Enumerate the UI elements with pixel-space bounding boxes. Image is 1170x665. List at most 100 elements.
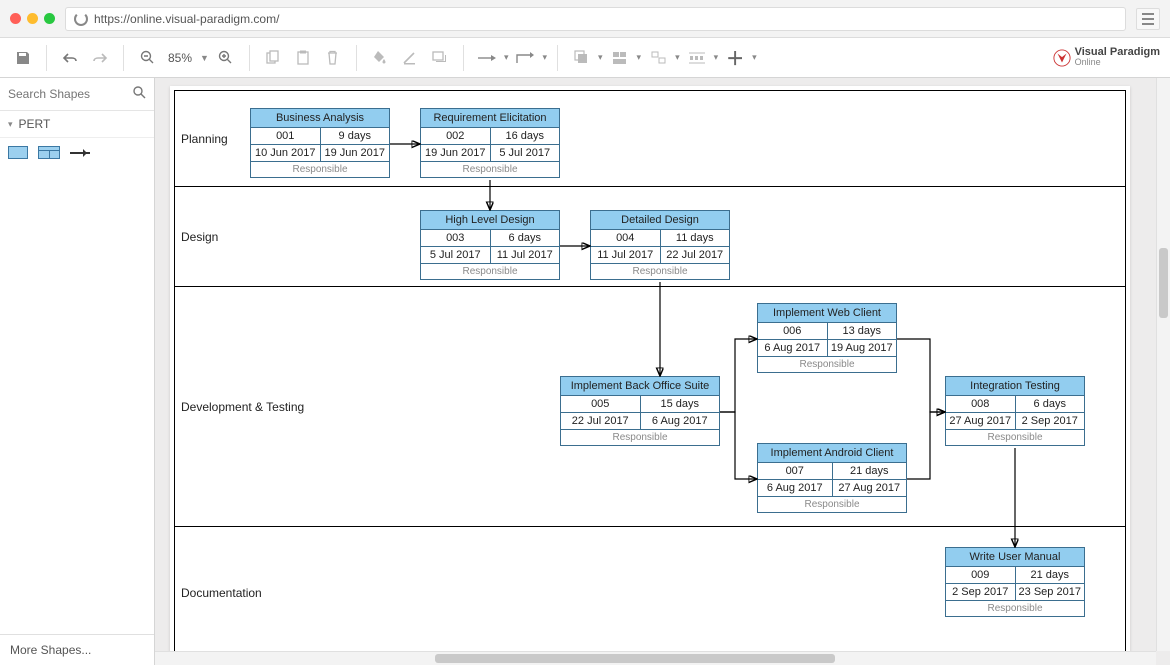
task-duration: 9 days — [320, 128, 390, 144]
task-id: 001 — [251, 128, 320, 144]
group-dropdown-icon[interactable]: ▾ — [675, 52, 680, 63]
task-title: Write User Manual — [946, 548, 1084, 567]
redo-button[interactable] — [87, 45, 113, 71]
task-title: Business Analysis — [251, 109, 389, 128]
align-button[interactable] — [607, 45, 633, 71]
save-button[interactable] — [10, 45, 36, 71]
browser-menu-icon[interactable] — [1136, 8, 1160, 30]
close-window-icon[interactable] — [10, 13, 21, 24]
scrollbar-thumb[interactable] — [435, 654, 835, 663]
task-responsible: Responsible — [421, 264, 559, 279]
task-end: 6 Aug 2017 — [640, 413, 720, 429]
task-id: 009 — [946, 567, 1015, 583]
task-start: 2 Sep 2017 — [946, 584, 1015, 600]
line-color-button[interactable] — [397, 45, 423, 71]
palette-body — [0, 138, 154, 167]
task-responsible: Responsible — [946, 601, 1084, 616]
add-dropdown-icon[interactable]: ▾ — [752, 52, 757, 63]
pert-task[interactable]: Write User Manual00921 days2 Sep 201723 … — [945, 547, 1085, 617]
task-responsible: Responsible — [758, 357, 896, 372]
task-end: 19 Jun 2017 — [320, 145, 390, 161]
task-duration: 11 days — [660, 230, 730, 246]
maximize-window-icon[interactable] — [44, 13, 55, 24]
scrollbar-thumb[interactable] — [1159, 248, 1168, 318]
diagram-canvas[interactable]: PlanningDesignDevelopment & TestingDocum… — [170, 86, 1130, 665]
task-responsible: Responsible — [758, 497, 906, 512]
task-start: 19 Jun 2017 — [421, 145, 490, 161]
task-duration: 6 days — [490, 230, 560, 246]
shape-task-table-icon[interactable] — [38, 146, 60, 159]
reload-icon[interactable] — [74, 12, 88, 26]
add-button[interactable]: ＋ — [722, 45, 748, 71]
copy-button[interactable] — [260, 45, 286, 71]
url-bar[interactable]: https://online.visual-paradigm.com/ — [65, 7, 1126, 31]
task-id: 003 — [421, 230, 490, 246]
search-input[interactable] — [8, 87, 133, 101]
task-duration: 21 days — [1015, 567, 1085, 583]
pert-task[interactable]: Implement Android Client00721 days6 Aug … — [757, 443, 907, 513]
task-title: High Level Design — [421, 211, 559, 230]
search-shapes-box[interactable] — [0, 78, 154, 111]
more-shapes-button[interactable]: More Shapes... — [0, 634, 154, 665]
task-start: 27 Aug 2017 — [946, 413, 1015, 429]
task-end: 19 Aug 2017 — [827, 340, 897, 356]
search-icon[interactable] — [133, 86, 146, 102]
pert-task[interactable]: Integration Testing0086 days27 Aug 20172… — [945, 376, 1085, 446]
main-toolbar: 85% ▼ ▾ ▾ ▾ ▾ ▾ ▾ ＋ ▾ Visual Paradi — [0, 38, 1170, 78]
task-end: 27 Aug 2017 — [832, 480, 907, 496]
task-title: Requirement Elicitation — [421, 109, 559, 128]
connector-dropdown-icon[interactable]: ▾ — [504, 52, 509, 63]
pert-task[interactable]: High Level Design0036 days5 Jul 201711 J… — [420, 210, 560, 280]
window-traffic-lights — [10, 13, 55, 24]
task-title: Integration Testing — [946, 377, 1084, 396]
canvas-viewport[interactable]: PlanningDesignDevelopment & TestingDocum… — [155, 78, 1170, 665]
task-id: 004 — [591, 230, 660, 246]
zoom-dropdown-icon[interactable]: ▼ — [200, 53, 209, 63]
order-dropdown-icon[interactable]: ▾ — [598, 52, 603, 63]
bring-front-button[interactable] — [568, 45, 594, 71]
brand-logo-icon — [1053, 49, 1071, 67]
delete-button[interactable] — [320, 45, 346, 71]
zoom-out-button[interactable] — [134, 45, 160, 71]
task-title: Detailed Design — [591, 211, 729, 230]
undo-button[interactable] — [57, 45, 83, 71]
group-button[interactable] — [645, 45, 671, 71]
brand-sub: Online — [1075, 57, 1101, 67]
task-title: Implement Android Client — [758, 444, 906, 463]
paste-button[interactable] — [290, 45, 316, 71]
shape-task-icon[interactable] — [8, 146, 28, 159]
distribute-dropdown-icon[interactable]: ▾ — [714, 52, 719, 63]
swimlane-label: Planning — [181, 132, 228, 146]
task-end: 2 Sep 2017 — [1015, 413, 1085, 429]
pert-task[interactable]: Detailed Design00411 days11 Jul 201722 J… — [590, 210, 730, 280]
zoom-in-button[interactable] — [213, 45, 239, 71]
connector-style-button[interactable] — [474, 45, 500, 71]
shape-panel: PERT More Shapes... — [0, 78, 155, 665]
pert-task[interactable]: Business Analysis0019 days10 Jun 201719 … — [250, 108, 390, 178]
pert-task[interactable]: Implement Back Office Suite00515 days22 … — [560, 376, 720, 446]
shadow-button[interactable] — [427, 45, 453, 71]
scrollbar-vertical[interactable] — [1156, 78, 1170, 651]
task-id: 008 — [946, 396, 1015, 412]
pert-task[interactable]: Requirement Elicitation00216 days19 Jun … — [420, 108, 560, 178]
fill-color-button[interactable] — [367, 45, 393, 71]
swimlane-label: Development & Testing — [181, 400, 304, 414]
palette-section-label: PERT — [19, 117, 51, 131]
align-dropdown-icon[interactable]: ▾ — [637, 52, 642, 63]
task-start: 10 Jun 2017 — [251, 145, 320, 161]
scrollbar-horizontal[interactable] — [155, 651, 1156, 665]
waypoint-style-button[interactable] — [512, 45, 538, 71]
palette-section-pert[interactable]: PERT — [0, 111, 154, 138]
task-id: 005 — [561, 396, 640, 412]
distribute-button[interactable] — [684, 45, 710, 71]
task-start: 5 Jul 2017 — [421, 247, 490, 263]
waypoint-dropdown-icon[interactable]: ▾ — [542, 52, 547, 63]
task-start: 11 Jul 2017 — [591, 247, 660, 263]
task-end: 11 Jul 2017 — [490, 247, 560, 263]
minimize-window-icon[interactable] — [27, 13, 38, 24]
task-responsible: Responsible — [251, 162, 389, 177]
pert-task[interactable]: Implement Web Client00613 days6 Aug 2017… — [757, 303, 897, 373]
shape-connector-icon[interactable] — [70, 152, 90, 154]
task-duration: 21 days — [832, 463, 907, 479]
brand-badge: Visual Paradigm Online — [1053, 47, 1160, 68]
